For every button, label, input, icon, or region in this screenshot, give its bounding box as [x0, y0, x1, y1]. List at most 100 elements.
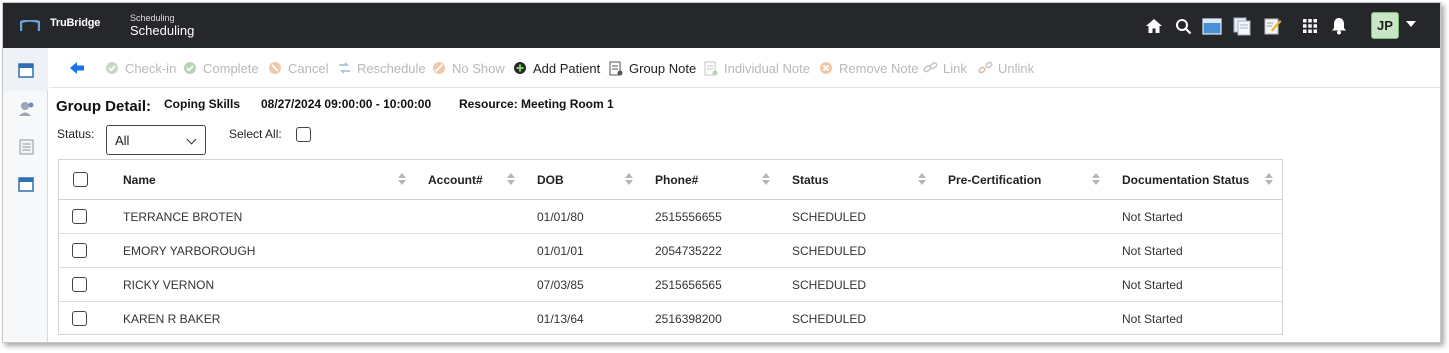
- individual-note-button[interactable]: Individual Note: [703, 59, 810, 77]
- cell-phone: 2054735222: [655, 244, 722, 258]
- sort-account-icon[interactable]: [507, 173, 515, 187]
- row-checkbox[interactable]: [72, 209, 87, 224]
- no-show-icon: [431, 60, 447, 76]
- cell-status: SCHEDULED: [792, 278, 867, 292]
- top-bar: TruBridge Scheduling Scheduling JP: [3, 3, 1440, 48]
- schedule-window-icon[interactable]: [17, 175, 35, 193]
- brand-name[interactable]: TruBridge: [50, 17, 100, 29]
- group-resource: Resource: Meeting Room 1: [459, 97, 614, 111]
- table-row[interactable]: KAREN R BAKER 01/13/64 2516398200 SCHEDU…: [59, 302, 1282, 336]
- group-datetime: 08/27/2024 09:00:00 - 10:00:00: [261, 97, 432, 111]
- cell-status: SCHEDULED: [792, 244, 867, 258]
- status-filter-select[interactable]: All: [106, 125, 206, 155]
- add-patient-button[interactable]: Add Patient: [512, 59, 600, 77]
- reschedule-label: Reschedule: [357, 60, 426, 76]
- status-filter-value: All: [115, 132, 130, 148]
- app-title: Scheduling: [130, 23, 195, 38]
- cell-doc-status: Not Started: [1122, 278, 1183, 292]
- bell-icon[interactable]: [1328, 15, 1350, 37]
- cell-doc-status: Not Started: [1122, 244, 1183, 258]
- sort-precert-icon[interactable]: [1092, 173, 1100, 187]
- notes-icon[interactable]: [1261, 15, 1283, 37]
- table-row[interactable]: TERRANCE BROTEN 01/01/80 2515556655 SCHE…: [59, 200, 1282, 234]
- cancel-button[interactable]: Cancel: [267, 59, 328, 77]
- home-icon[interactable]: [1143, 15, 1165, 37]
- cell-phone: 2515656565: [655, 278, 722, 292]
- column-header-account[interactable]: Account#: [428, 173, 483, 187]
- cancel-circle-icon: [267, 60, 283, 76]
- sort-name-icon[interactable]: [398, 173, 406, 187]
- cancel-label: Cancel: [288, 60, 329, 76]
- group-note-label: Group Note: [629, 60, 697, 76]
- individual-note-label: Individual Note: [724, 60, 810, 76]
- reschedule-button[interactable]: Reschedule: [336, 59, 426, 77]
- sort-dob-icon[interactable]: [625, 173, 633, 187]
- column-header-dob[interactable]: DOB: [537, 173, 564, 187]
- list-report-icon[interactable]: [17, 138, 35, 156]
- user-menu-caret-icon[interactable]: [1406, 21, 1416, 27]
- group-detail-title: Group Detail:: [56, 98, 152, 115]
- unlink-label: Unlink: [998, 60, 1035, 76]
- column-header-precert[interactable]: Pre-Certification: [948, 173, 1041, 187]
- column-header-status[interactable]: Status: [792, 173, 829, 187]
- action-toolbar: Check-in Complete Cancel Reschedule No S…: [49, 48, 1440, 88]
- window-icon[interactable]: [1201, 15, 1223, 37]
- grid-header: Name Account# DOB Phone# Status Pre-Cert…: [59, 160, 1282, 200]
- group-note-button[interactable]: Group Note: [608, 59, 696, 77]
- group-note-icon: [608, 60, 624, 76]
- cell-name: RICKY VERNON: [123, 278, 215, 292]
- header-row-checkbox[interactable]: [73, 172, 88, 187]
- link-label: Link: [943, 60, 967, 76]
- user-avatar[interactable]: JP: [1371, 12, 1399, 39]
- calendar-icon[interactable]: [17, 61, 35, 79]
- sort-phone-icon[interactable]: [762, 173, 770, 187]
- row-checkbox[interactable]: [72, 243, 87, 258]
- select-all-checkbox[interactable]: [296, 127, 311, 142]
- column-header-name[interactable]: Name: [123, 173, 156, 187]
- cell-dob: 01/01/80: [537, 210, 584, 224]
- row-checkbox[interactable]: [72, 277, 87, 292]
- app-window: TruBridge Scheduling Scheduling JP Check…: [2, 2, 1441, 343]
- patient-grid: Name Account# DOB Phone# Status Pre-Cert…: [58, 159, 1283, 335]
- chevron-down-icon: [186, 134, 197, 145]
- cell-phone: 2515556655: [655, 210, 722, 224]
- sort-status-icon[interactable]: [918, 173, 926, 187]
- cell-phone: 2516398200: [655, 312, 722, 326]
- remove-note-button[interactable]: Remove Note: [818, 59, 918, 77]
- back-button[interactable]: [69, 59, 85, 77]
- complete-circle-icon: [182, 60, 198, 76]
- select-all-label: Select All:: [229, 127, 282, 141]
- column-header-doc-status[interactable]: Documentation Status: [1122, 173, 1249, 187]
- cell-dob: 01/13/64: [537, 312, 584, 326]
- check-in-button[interactable]: Check-in: [104, 59, 176, 77]
- cell-name: KAREN R BAKER: [123, 312, 221, 326]
- row-checkbox[interactable]: [72, 311, 87, 326]
- sort-doc-status-icon[interactable]: [1265, 173, 1273, 187]
- reschedule-icon: [336, 60, 352, 76]
- table-row[interactable]: RICKY VERNON 07/03/85 2515656565 SCHEDUL…: [59, 268, 1282, 302]
- cell-name: EMORY YARBOROUGH: [123, 244, 256, 258]
- table-row[interactable]: EMORY YARBOROUGH 01/01/01 2054735222 SCH…: [59, 234, 1282, 268]
- cell-status: SCHEDULED: [792, 210, 867, 224]
- no-show-button[interactable]: No Show: [431, 59, 505, 77]
- link-button[interactable]: Link: [922, 59, 967, 77]
- unlink-button[interactable]: Unlink: [977, 59, 1034, 77]
- apps-grid-icon[interactable]: [1299, 15, 1321, 37]
- cell-dob: 01/01/01: [537, 244, 584, 258]
- add-patient-label: Add Patient: [533, 60, 601, 76]
- header-icon-bar: [1143, 15, 1353, 37]
- status-filter-label: Status:: [57, 127, 95, 141]
- search-icon[interactable]: [1172, 15, 1194, 37]
- cell-dob: 07/03/85: [537, 278, 584, 292]
- remove-note-label: Remove Note: [839, 60, 919, 76]
- cell-status: SCHEDULED: [792, 312, 867, 326]
- documents-icon[interactable]: [1231, 15, 1253, 37]
- individual-note-icon: [703, 60, 719, 76]
- group-name: Coping Skills: [164, 97, 241, 111]
- complete-button[interactable]: Complete: [182, 59, 259, 77]
- provider-icon[interactable]: [17, 99, 35, 117]
- back-arrow-icon: [70, 62, 84, 74]
- column-header-phone[interactable]: Phone#: [655, 173, 698, 187]
- cell-name: TERRANCE BROTEN: [123, 210, 243, 224]
- add-circle-icon: [512, 60, 528, 76]
